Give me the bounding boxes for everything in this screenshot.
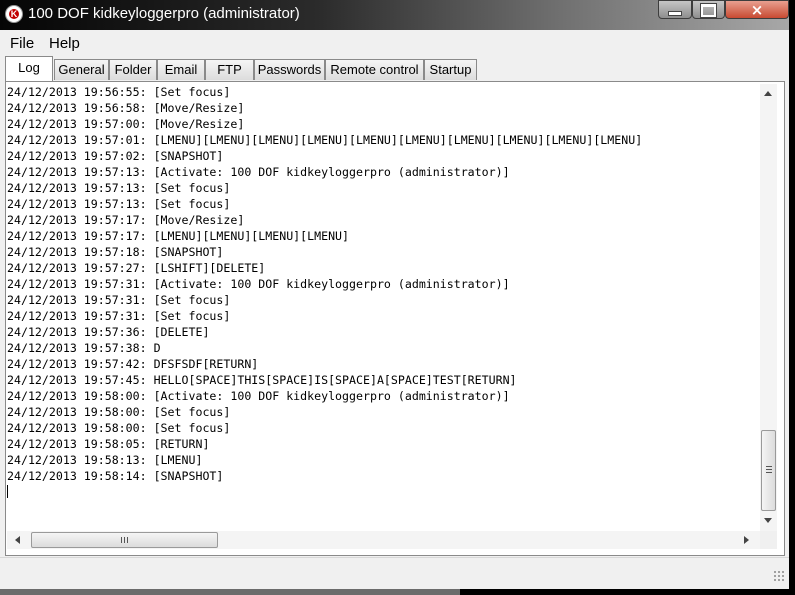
log-line: 24/12/2013 19:57:17: [Move/Resize] (7, 213, 245, 227)
log-line: 24/12/2013 19:56:55: [Set focus] (7, 85, 231, 99)
log-line: 24/12/2013 19:58:00: [Set focus] (7, 405, 231, 419)
window-shadow (0, 589, 795, 595)
vertical-scroll-thumb[interactable] (761, 430, 776, 511)
horizontal-scroll-thumb[interactable] (31, 532, 218, 548)
status-bar (0, 557, 789, 586)
thumb-grip-line (127, 537, 128, 543)
window-title: 100 DOF kidkeyloggerpro (administrator) (28, 5, 300, 22)
text-caret (7, 485, 8, 498)
log-line: 24/12/2013 19:57:18: [SNAPSHOT] (7, 245, 224, 259)
app-logo-letter: K (10, 9, 18, 19)
main-window: K 100 DOF kidkeyloggerpro (administrator… (0, 0, 795, 595)
log-line: 24/12/2013 19:56:58: [Move/Resize] (7, 101, 245, 115)
log-line: 24/12/2013 19:57:13: [Set focus] (7, 197, 231, 211)
title-bar[interactable]: K 100 DOF kidkeyloggerpro (administrator… (0, 0, 795, 30)
thumb-grip-line (766, 472, 772, 473)
maximize-button[interactable] (692, 0, 725, 19)
tab-startup[interactable]: Startup (424, 59, 477, 80)
minimize-button[interactable] (658, 0, 692, 19)
menu-bar: File Help (0, 31, 789, 55)
tab-ftp[interactable]: FTP (205, 59, 254, 80)
app-logo-icon[interactable]: K (5, 5, 23, 23)
size-grip-icon[interactable] (773, 570, 785, 582)
log-line: 24/12/2013 19:57:42: DFSFSDF[RETURN] (7, 357, 259, 371)
vertical-scrollbar[interactable] (760, 84, 777, 531)
scrollbar-corner (760, 531, 777, 549)
log-line: 24/12/2013 19:57:17: [LMENU][LMENU][LMEN… (7, 229, 350, 243)
scroll-left-arrow-icon[interactable] (15, 536, 20, 544)
scroll-right-arrow-icon[interactable] (744, 536, 749, 544)
log-line: 24/12/2013 19:57:13: [Set focus] (7, 181, 231, 195)
horizontal-scrollbar[interactable] (7, 531, 760, 549)
thumb-grip-line (766, 466, 772, 467)
log-line: 24/12/2013 19:58:00: [Activate: 100 DOF … (7, 389, 510, 403)
maximize-icon (701, 4, 716, 17)
log-line: 24/12/2013 19:57:45: HELLO[SPACE]THIS[SP… (7, 373, 517, 387)
log-line: 24/12/2013 19:57:13: [Activate: 100 DOF … (7, 165, 510, 179)
scroll-down-arrow-icon[interactable] (764, 518, 772, 523)
thumb-grip-line (124, 537, 125, 543)
thumb-grip-line (766, 469, 772, 470)
log-line: 24/12/2013 19:58:14: [SNAPSHOT] (7, 469, 224, 483)
tab-strip: Log General Folder Email FTP Passwords R… (5, 56, 785, 81)
close-icon: × (750, 1, 764, 19)
log-line: 24/12/2013 19:57:31: [Set focus] (7, 293, 231, 307)
tab-remote-control[interactable]: Remote control (325, 59, 424, 80)
tab-log[interactable]: Log (5, 56, 53, 81)
log-line: 24/12/2013 19:57:38: D (7, 341, 161, 355)
minimize-icon (668, 11, 682, 16)
tab-general[interactable]: General (54, 59, 109, 80)
tab-passwords[interactable]: Passwords (254, 59, 325, 80)
log-line: 24/12/2013 19:57:31: [Set focus] (7, 309, 231, 323)
log-line: 24/12/2013 19:57:02: [SNAPSHOT] (7, 149, 224, 163)
tab-folder[interactable]: Folder (109, 59, 157, 80)
log-line: 24/12/2013 19:57:36: [DELETE] (7, 325, 210, 339)
tab-email[interactable]: Email (157, 59, 205, 80)
log-line: 24/12/2013 19:58:05: [RETURN] (7, 437, 210, 451)
menu-help[interactable]: Help (49, 35, 80, 52)
close-button[interactable]: × (725, 0, 789, 19)
log-line: 24/12/2013 19:58:13: [LMENU] (7, 453, 203, 467)
log-line: 24/12/2013 19:57:01: [LMENU][LMENU][LMEN… (7, 133, 643, 147)
window-shadow (789, 0, 795, 595)
log-line: 24/12/2013 19:57:00: [Move/Resize] (7, 117, 245, 131)
log-text-area[interactable]: 24/12/2013 19:56:55: [Set focus] 24/12/20… (7, 84, 760, 531)
thumb-grip-line (121, 537, 122, 543)
scroll-up-arrow-icon[interactable] (764, 91, 772, 96)
log-line: 24/12/2013 19:57:31: [Activate: 100 DOF … (7, 277, 510, 291)
log-line: 24/12/2013 19:58:00: [Set focus] (7, 421, 231, 435)
log-line: 24/12/2013 19:57:27: [LSHIFT][DELETE] (7, 261, 266, 275)
menu-file[interactable]: File (10, 35, 34, 52)
